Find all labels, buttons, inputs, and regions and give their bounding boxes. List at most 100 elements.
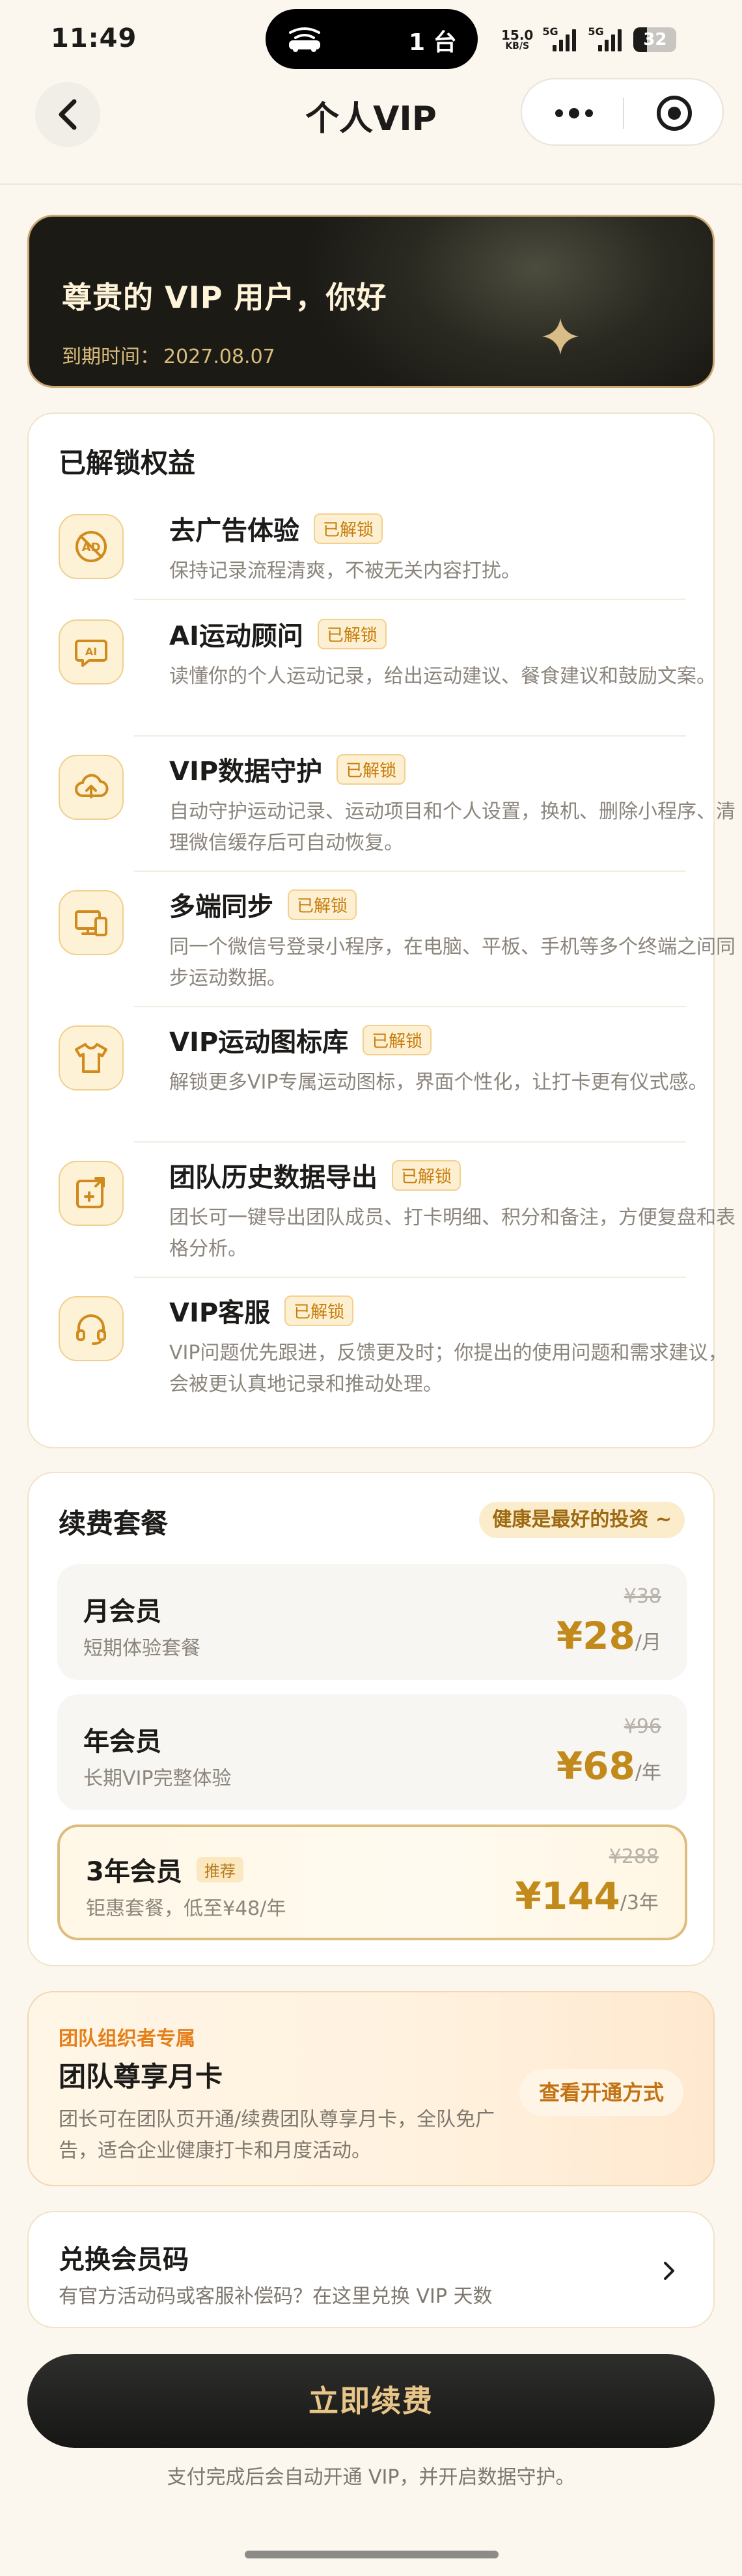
benefits-title: 已解锁权益 [59, 447, 196, 479]
benefit-desc: VIP问题优先跟进，反馈更及时；你提出的使用问题和需求建议，会被更认真地记录和推… [169, 1342, 728, 1396]
benefit-name: 去广告体验 [169, 516, 299, 546]
renew-now-button[interactable]: 立即续费 [27, 2354, 715, 2448]
divider [134, 1141, 686, 1143]
redeem-desc: 有官方活动码或客服补偿码？在这里兑换 VIP 天数 [59, 2285, 493, 2308]
no-ads-icon: AD [59, 514, 124, 579]
benefit-desc: 同一个微信号登录小程序，在电脑、平板、手机等多个终端之间同步运动数据。 [169, 936, 735, 990]
view-team-plan-button[interactable]: 查看开通方式 [519, 2069, 683, 2116]
devices-icon [59, 890, 124, 955]
export-icon [59, 1161, 124, 1226]
plan-original-price: ¥38 [624, 1585, 661, 1608]
team-desc: 团长可在团队页开通/续费团队尊享月卡，全队免广告，适合企业健康打卡和月度活动。 [59, 2108, 495, 2162]
signal-1-icon: 5G [542, 25, 579, 54]
slogan-badge: 健康是最好的投资 ~ [479, 1502, 685, 1538]
status-bar: 11:49 1 台 15.0 KB/S 5G 5G 32 [0, 0, 742, 78]
unlocked-badge: 已解锁 [317, 618, 387, 649]
plan-name-row: 3年会员 推荐 [86, 1851, 243, 1888]
benefit-item-data-export: 团队历史数据导出 已解锁 团长可一键导出团队成员、打卡明细、积分和备注，方便复盘和… [59, 1157, 735, 1278]
battery-icon: 32 [633, 27, 677, 52]
chevron-right-icon [664, 2262, 674, 2280]
capsule-divider [623, 98, 624, 129]
benefit-item-multi-sync: 多端同步 已解锁 同一个微信号登录小程序，在电脑、平板、手机等多个终端之间同步运动… [59, 886, 735, 1007]
shirt-icon [59, 1025, 124, 1091]
unlocked-badge: 已解锁 [314, 513, 383, 544]
benefit-item-no-ads: AD 去广告体验已解锁 保持记录流程清爽，不被无关内容打扰。 [59, 510, 686, 600]
plan-price: ¥28/月 [556, 1614, 661, 1658]
plan-desc: 短期体验套餐 [83, 1637, 200, 1660]
redeem-title: 兑换会员码 [59, 2245, 189, 2275]
plan-monthly[interactable]: 月会员 短期体验套餐 ¥38 ¥28/月 [57, 1564, 687, 1680]
sparkle-icon [542, 318, 579, 355]
battery-level: 32 [643, 30, 667, 49]
more-dots-icon[interactable] [548, 98, 600, 129]
team-card: 团队组织者专属 团队尊享月卡 团长可在团队页开通/续费团队尊享月卡，全队免广告，… [27, 1991, 715, 2186]
status-time: 11:49 [51, 23, 137, 53]
net-speed: 15.0 KB/S [501, 29, 533, 51]
unlocked-badge: 已解锁 [392, 1159, 461, 1191]
vip-greeting: 尊贵的 VIP 用户，你好 [62, 280, 387, 315]
divider [134, 1006, 686, 1007]
plan-price-amount: ¥144 [515, 1874, 620, 1918]
divider [134, 599, 686, 600]
plan-price-unit: /3年 [620, 1891, 659, 1914]
team-tag: 团队组织者专属 [59, 2027, 195, 2050]
vip-hero-card: 尊贵的 VIP 用户，你好 到期时间： 2027.08.07 [27, 215, 715, 388]
net-speed-unit: KB/S [505, 41, 530, 51]
plan-price-amount: ¥28 [556, 1614, 635, 1658]
benefit-item-icon-library: VIP运动图标库 已解锁 解锁更多VIP专属运动图标，界面个性化，让打卡更有仪式感… [59, 1022, 708, 1143]
benefit-name: VIP运动图标库 [169, 1027, 349, 1057]
nav-bar: 个人VIP [0, 78, 742, 185]
benefit-name: 团队历史数据导出 [169, 1163, 378, 1193]
plan-price-unit: /月 [635, 1631, 661, 1654]
car-icon [289, 27, 320, 52]
plan-desc: 钜惠套餐，低至¥48/年 [86, 1897, 286, 1920]
benefit-name: VIP数据守护 [169, 757, 323, 787]
signal-2-icon: 5G [588, 25, 624, 54]
unlocked-badge: 已解锁 [337, 753, 406, 785]
plan-yearly[interactable]: 年会员 长期VIP完整体验 ¥96 ¥68/年 [57, 1694, 687, 1810]
unlocked-badge: 已解锁 [288, 889, 357, 920]
plan-name: 3年会员 [86, 1857, 182, 1887]
benefit-name: VIP客服 [169, 1298, 271, 1328]
benefit-desc: 读懂你的个人运动记录，给出运动建议、餐食建议和鼓励文案。 [169, 665, 716, 688]
plan-name: 年会员 [83, 1727, 161, 1757]
recommended-tag: 推荐 [196, 1857, 243, 1882]
status-indicators: 15.0 KB/S 5G 5G 32 [501, 23, 677, 56]
redeem-card[interactable]: 兑换会员码 有官方活动码或客服补偿码？在这里兑换 VIP 天数 [27, 2211, 715, 2328]
team-title: 团队尊享月卡 [59, 2061, 223, 2093]
divider [134, 871, 686, 872]
dynamic-island[interactable]: 1 台 [266, 9, 478, 69]
plan-price-unit: /年 [635, 1761, 661, 1784]
ai-chat-icon: AI [59, 619, 124, 685]
renewal-title: 续费套餐 [59, 1508, 169, 1539]
divider [134, 735, 686, 737]
payment-note: 支付完成后会自动开通 VIP，并开启数据守护。 [167, 2466, 575, 2489]
svg-text:AI: AI [85, 645, 97, 658]
benefit-desc: 团长可一键导出团队成员、打卡明细、积分和备注，方便复盘和表格分析。 [169, 1206, 735, 1260]
vip-page: 11:49 1 台 15.0 KB/S 5G 5G 32 个人VIP 尊贵的 V… [0, 0, 742, 2576]
divider [134, 1277, 686, 1278]
plan-name: 月会员 [83, 1597, 161, 1627]
headset-icon [59, 1296, 124, 1361]
unlocked-badge: 已解锁 [284, 1295, 354, 1326]
benefit-desc: 解锁更多VIP专属运动图标，界面个性化，让打卡更有仪式感。 [169, 1071, 708, 1094]
benefit-item-vip-support: VIP客服 已解锁 VIP问题优先跟进，反馈更及时；你提出的使用问题和需求建议，会… [59, 1292, 727, 1413]
renewal-card: 续费套餐 健康是最好的投资 ~ 月会员 短期体验套餐 ¥38 ¥28/月 年会员… [27, 1472, 715, 1966]
benefit-item-ai-advisor: AI AI运动顾问 已解锁 读懂你的个人运动记录，给出运动建议、餐食建议和鼓励文案… [59, 616, 716, 737]
plan-price: ¥68/年 [556, 1744, 661, 1788]
cloud-upload-icon [59, 755, 124, 820]
home-indicator[interactable] [245, 2551, 499, 2558]
vip-expiry: 到期时间： 2027.08.07 [62, 340, 275, 369]
plan-price-amount: ¥68 [556, 1744, 635, 1788]
plan-desc: 长期VIP完整体验 [83, 1767, 232, 1790]
benefits-card: 已解锁权益 AD 去广告体验已解锁 保持记录流程清爽，不被无关内容打扰。 AI … [27, 413, 735, 1448]
benefit-desc: 自动守护运动记录、运动项目和个人设置，换机、删除小程序、清理微信缓存后可自动恢复… [169, 800, 735, 854]
mini-program-capsule [521, 78, 724, 146]
expiry-date: 2027.08.07 [163, 346, 275, 368]
plan-price: ¥144/3年 [515, 1874, 659, 1918]
plan-three-year[interactable]: 3年会员 推荐 钜惠套餐，低至¥48/年 ¥288 ¥144/3年 [57, 1824, 687, 1940]
unlocked-badge: 已解锁 [363, 1024, 432, 1055]
plan-original-price: ¥288 [609, 1845, 659, 1868]
target-close-icon[interactable] [655, 94, 694, 133]
plan-original-price: ¥96 [624, 1715, 661, 1738]
